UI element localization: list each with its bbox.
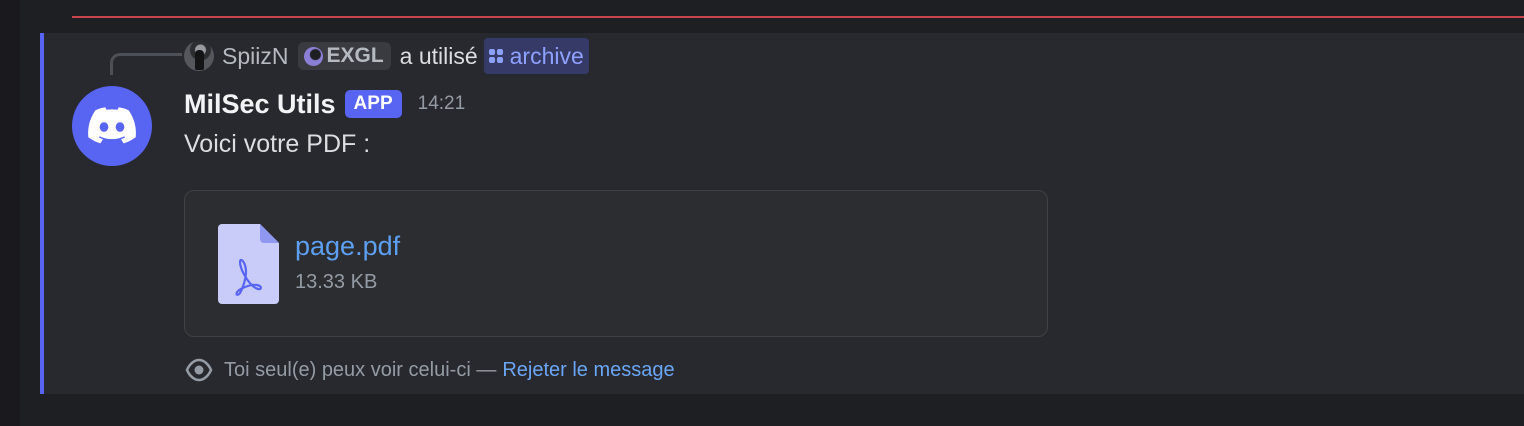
command-name: archive [509, 42, 584, 69]
guild-tag-label: EXGL [326, 44, 384, 67]
eye-icon [185, 358, 213, 382]
command-mention[interactable]: archive [483, 38, 589, 74]
app-badge: APP [344, 90, 402, 118]
author-name[interactable]: MilSec Utils [184, 89, 336, 120]
slash-command-icon [488, 49, 503, 63]
guild-tag-badge[interactable]: EXGL [298, 42, 391, 70]
ephemeral-notice: Toi seul(e) peux voir celui-ci — Rejeter… [184, 355, 675, 385]
command-reply-context: SpiizN EXGL a utilisé archive [184, 38, 589, 74]
chat-area: SpiizN EXGL a utilisé archive MilSec Uti… [20, 0, 1524, 426]
message-highlight-bar [40, 33, 44, 394]
new-messages-divider [72, 16, 1524, 18]
message-timestamp[interactable]: 14:21 [418, 93, 466, 115]
guild-tag-icon [304, 46, 324, 66]
message-content: Voici votre PDF : [184, 130, 371, 158]
message-item[interactable]: SpiizN EXGL a utilisé archive MilSec Uti… [40, 33, 1524, 394]
attachment-file-size: 13.33 KB [295, 271, 378, 293]
message-header: MilSec Utils APP 14:21 [184, 85, 465, 123]
file-attachment[interactable]: page.pdf 13.33 KB [184, 190, 1048, 337]
pdf-file-icon [218, 224, 279, 304]
reply-spine [110, 53, 182, 75]
discord-logo-icon [88, 107, 136, 144]
replied-user-avatar[interactable] [184, 41, 214, 71]
bot-avatar[interactable] [72, 86, 152, 166]
command-used-text: a utilisé [399, 42, 478, 69]
ephemeral-notice-text: Toi seul(e) peux voir celui-ci — [224, 358, 497, 381]
dismiss-message-link[interactable]: Rejeter le message [502, 359, 674, 382]
replied-username[interactable]: SpiizN [222, 43, 288, 70]
attachment-file-name[interactable]: page.pdf [295, 231, 400, 262]
